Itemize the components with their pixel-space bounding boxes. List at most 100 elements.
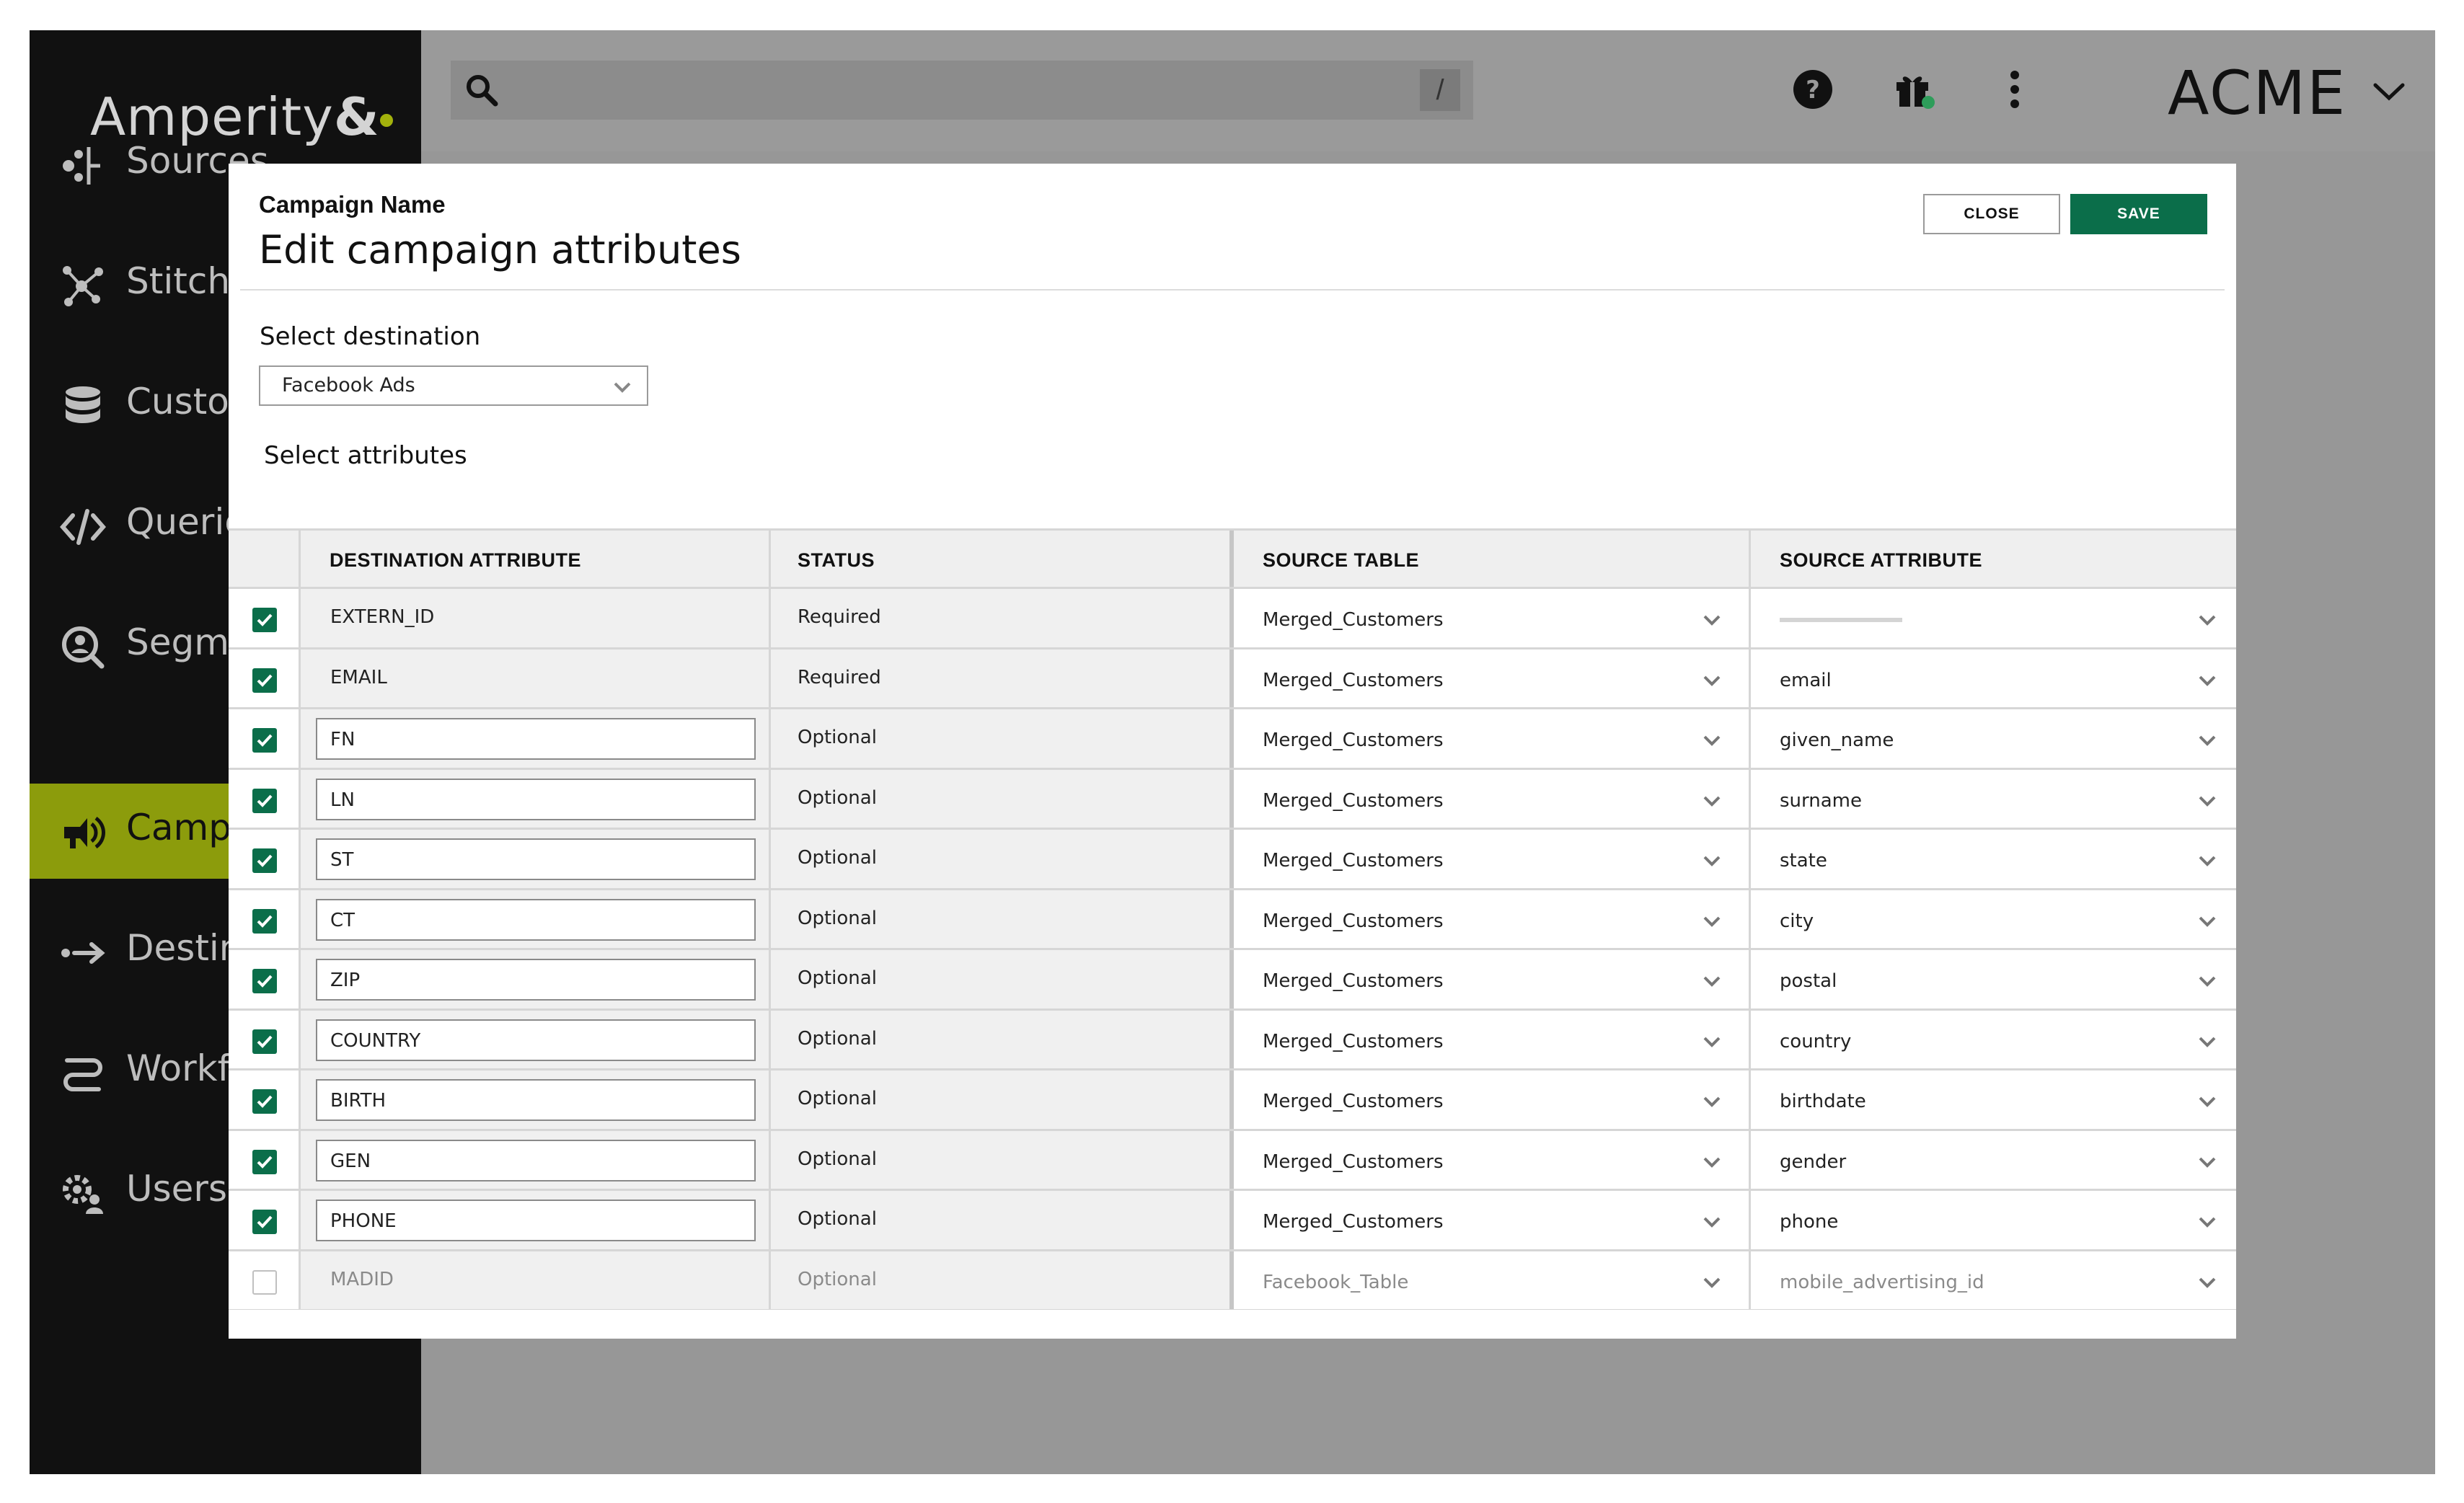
status-text: Optional <box>798 847 877 869</box>
help-icon[interactable]: ? <box>1791 68 1834 111</box>
destination-attribute-value: ST <box>330 849 354 871</box>
source-attribute-select[interactable]: email <box>1751 649 2236 707</box>
destination-attribute-input[interactable]: GEN <box>316 1139 756 1181</box>
destination-attribute-text: EMAIL <box>330 666 387 688</box>
check-cell <box>229 890 301 948</box>
source-attribute-select[interactable]: surname <box>1751 769 2236 828</box>
source-table-value: Merged_Customers <box>1263 1211 1444 1233</box>
status-cell: Optional <box>771 950 1234 1008</box>
users-icon <box>63 1175 103 1214</box>
check-icon <box>257 854 273 867</box>
source-table-value: Merged_Customers <box>1263 669 1444 691</box>
source-table-select[interactable]: Merged_Customers <box>1234 950 1751 1008</box>
status-cell: Optional <box>771 890 1234 948</box>
row-checkbox[interactable] <box>252 969 277 993</box>
sources-icon <box>63 147 100 185</box>
check-icon <box>257 975 273 988</box>
status-text: Required <box>798 606 881 628</box>
column-header-destination: DESTINATION ATTRIBUTE <box>330 549 581 571</box>
stitch-icon <box>63 266 103 306</box>
chevron-down-icon <box>2199 1277 2216 1288</box>
destination-attribute-input[interactable]: COUNTRY <box>316 1019 756 1061</box>
attributes-label: Select attributes <box>264 441 467 470</box>
modal-title: Edit campaign attributes <box>259 227 741 272</box>
status-text: Optional <box>798 1148 877 1170</box>
source-table-select[interactable]: Merged_Customers <box>1234 769 1751 828</box>
status-cell: Optional <box>771 1251 1234 1309</box>
source-attribute-select[interactable]: city <box>1751 890 2236 948</box>
save-button[interactable]: SAVE <box>2070 194 2207 234</box>
row-checkbox[interactable] <box>252 1029 277 1054</box>
svg-text:?: ? <box>1806 76 1820 105</box>
check-cell <box>229 589 301 647</box>
source-table-select[interactable]: Facebook_Table <box>1234 1251 1751 1309</box>
source-table-select[interactable]: Merged_Customers <box>1234 589 1751 647</box>
more-vertical-icon[interactable] <box>1993 68 2036 111</box>
table-row: LN Optional Merged_Customers surname <box>229 769 2236 830</box>
row-checkbox[interactable] <box>252 1149 277 1174</box>
source-attribute-select[interactable]: phone <box>1751 1191 2236 1249</box>
row-checkbox[interactable] <box>252 788 277 813</box>
source-table-select[interactable]: Merged_Customers <box>1234 1010 1751 1068</box>
source-table-select[interactable]: Merged_Customers <box>1234 709 1751 768</box>
status-text: Optional <box>798 786 877 809</box>
destination-attribute-input[interactable]: LN <box>316 778 756 820</box>
source-attribute-select[interactable]: country <box>1751 1010 2236 1068</box>
source-table-value: Merged_Customers <box>1263 789 1444 812</box>
destination-attribute-value: COUNTRY <box>330 1029 421 1052</box>
destination-select[interactable]: Facebook Ads <box>259 365 648 406</box>
chevron-down-icon <box>2199 675 2216 686</box>
destination-attribute-input[interactable]: FN <box>316 718 756 760</box>
source-table-select[interactable]: Merged_Customers <box>1234 1070 1751 1129</box>
chevron-down-icon <box>1703 916 1721 927</box>
source-table-select[interactable]: Merged_Customers <box>1234 890 1751 948</box>
close-button[interactable]: CLOSE <box>1923 194 2060 234</box>
source-table-select[interactable]: Merged_Customers <box>1234 1130 1751 1189</box>
destination-attribute-input[interactable]: CT <box>316 898 756 941</box>
source-attribute-select[interactable]: birthdate <box>1751 1070 2236 1129</box>
status-cell: Optional <box>771 1191 1234 1249</box>
source-table-select[interactable]: Merged_Customers <box>1234 1191 1751 1249</box>
chevron-down-icon <box>1703 735 1721 746</box>
destination-attribute-input[interactable]: ST <box>316 838 756 880</box>
source-attribute-value: state <box>1780 850 1827 872</box>
check-cell <box>229 950 301 1008</box>
source-attribute-select[interactable]: gender <box>1751 1130 2236 1189</box>
destination-attribute-input[interactable]: BIRTH <box>316 1079 756 1121</box>
row-checkbox[interactable] <box>252 1210 277 1234</box>
row-checkbox[interactable] <box>252 848 277 873</box>
source-attribute-select[interactable]: postal <box>1751 950 2236 1008</box>
source-attribute-value: postal <box>1780 970 1837 992</box>
chevron-down-icon[interactable] <box>2371 74 2407 110</box>
destination-attribute-text: EXTERN_ID <box>330 606 435 628</box>
destination-attribute-value: LN <box>330 789 355 811</box>
source-attribute-select[interactable] <box>1751 589 2236 647</box>
source-table-select[interactable]: Merged_Customers <box>1234 649 1751 707</box>
row-checkbox[interactable] <box>252 1269 277 1295</box>
check-cell <box>229 1251 301 1309</box>
code-icon <box>60 509 106 545</box>
row-checkbox[interactable] <box>252 728 277 753</box>
row-checkbox[interactable] <box>252 668 277 693</box>
gift-icon[interactable] <box>1892 68 1935 111</box>
row-checkbox[interactable] <box>252 908 277 934</box>
source-attribute-value: birthdate <box>1780 1091 1866 1112</box>
tenant-name[interactable]: ACME <box>2168 58 2346 128</box>
column-header-status: STATUS <box>798 549 875 571</box>
table-row: CT Optional Merged_Customers city <box>229 890 2236 950</box>
source-attribute-select[interactable]: given_name <box>1751 709 2236 768</box>
check-icon <box>257 1095 273 1108</box>
row-checkbox[interactable] <box>252 608 277 632</box>
row-checkbox[interactable] <box>252 1089 277 1114</box>
status-cell: Optional <box>771 830 1234 888</box>
source-table-value: Merged_Customers <box>1263 1091 1444 1112</box>
table-row: GEN Optional Merged_Customers gender <box>229 1130 2236 1191</box>
source-attribute-select[interactable]: state <box>1751 830 2236 888</box>
destination-attribute-input[interactable]: PHONE <box>316 1200 756 1241</box>
source-attribute-select[interactable]: mobile_advertising_id <box>1751 1251 2236 1309</box>
source-table-select[interactable]: Merged_Customers <box>1234 830 1751 888</box>
destination-attribute-input[interactable]: ZIP <box>316 959 756 1001</box>
sidebar-item-label: Users <box>126 1168 228 1210</box>
status-text: Optional <box>798 907 877 929</box>
search-bar[interactable]: / <box>451 61 1473 120</box>
